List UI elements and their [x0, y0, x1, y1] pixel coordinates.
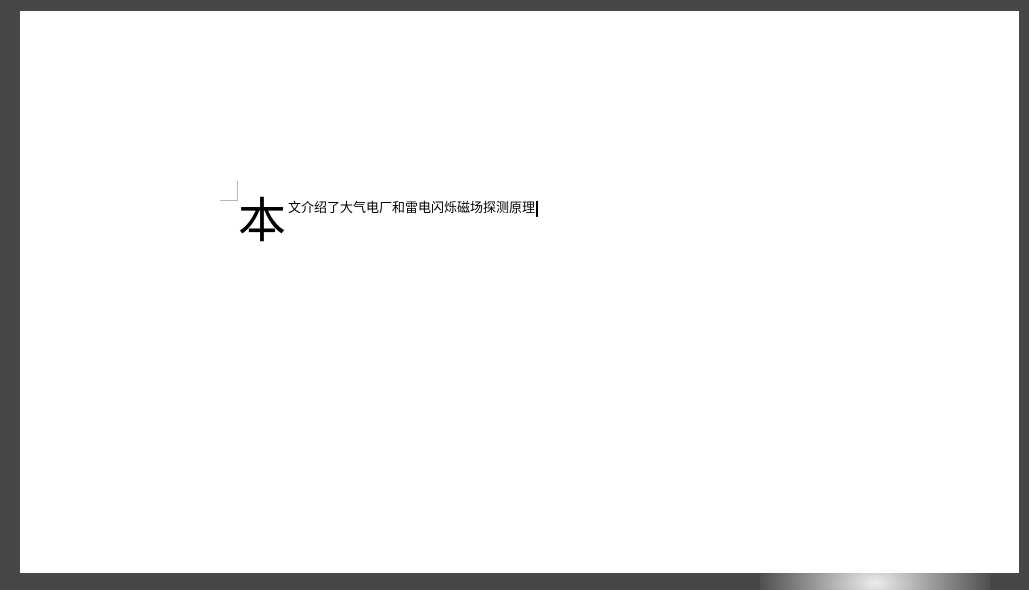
document-workspace: 本 文介绍了大气电厂和雷电闪烁磁场探测原理: [0, 0, 1029, 590]
paragraph-text[interactable]: 文介绍了大气电厂和雷电闪烁磁场探测原理: [288, 201, 535, 217]
text-cursor: [536, 201, 539, 217]
margin-corner-marker: [220, 200, 238, 201]
drop-cap[interactable]: 本: [238, 195, 286, 247]
document-page[interactable]: 本 文介绍了大气电厂和雷电闪烁磁场探测原理: [20, 11, 1019, 573]
paragraph[interactable]: 本 文介绍了大气电厂和雷电闪烁磁场探测原理: [238, 195, 539, 257]
